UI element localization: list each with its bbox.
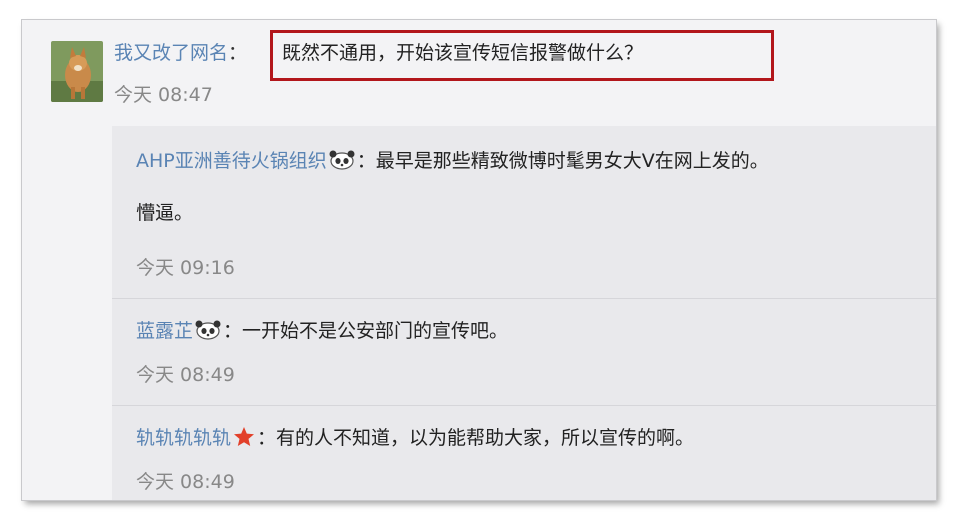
user-avatar[interactable] [51, 41, 103, 102]
reply-text: 最早是那些精致微博时髦男女大V在网上发的。 [375, 150, 769, 172]
reply-list: AHP亚洲善待火锅组织 ：最早是那些精致微博时髦男女大V在网上发的。 懵逼。 今天… [112, 126, 936, 500]
reply-text: 有的人不知道，以为能帮助大家，所以宣传的啊。 [276, 427, 695, 449]
panda-icon [195, 319, 221, 349]
reply-line: 蓝露芷 ：一开始不是公安部门的宣传吧。 [136, 316, 508, 349]
reply-separator: ： [257, 427, 277, 449]
star-icon [233, 426, 255, 456]
reply-time: 今天 08:49 [136, 364, 235, 386]
comment-username[interactable]: 我又改了网名 [114, 42, 228, 64]
fox-avatar-icon [51, 41, 103, 102]
comment-thread: 我又改了网名： 既然不通用，开始该宣传短信报警做什么？ 今天 08:47 AHP… [22, 20, 936, 500]
reply-username[interactable]: 蓝露芷 [136, 320, 193, 342]
reply-line: 轨轨轨轨轨 ：有的人不知道，以为能帮助大家，所以宣传的啊。 [136, 423, 694, 456]
reply-username[interactable]: AHP亚洲善待火锅组织 [136, 150, 327, 172]
reply-text-continuation: 懵逼。 [136, 202, 194, 224]
comment-text: 既然不通用，开始该宣传短信报警做什么？ [282, 42, 644, 64]
reply-divider [112, 298, 936, 299]
comment-time: 今天 08:47 [114, 84, 213, 106]
reply-divider [112, 405, 936, 406]
reply-time: 今天 09:16 [136, 257, 235, 279]
reply-line: AHP亚洲善待火锅组织 ：最早是那些精致微博时髦男女大V在网上发的。 [136, 146, 769, 179]
comment-separator: ： [228, 42, 248, 64]
reply-username[interactable]: 轨轨轨轨轨 [136, 427, 231, 449]
comment-username-line: 我又改了网名： [114, 38, 247, 68]
reply-separator: ： [356, 150, 376, 172]
reply-time: 今天 08:49 [136, 471, 235, 493]
panda-icon [329, 149, 355, 179]
reply-separator: ： [223, 320, 243, 342]
reply-text: 一开始不是公安部门的宣传吧。 [242, 320, 509, 342]
